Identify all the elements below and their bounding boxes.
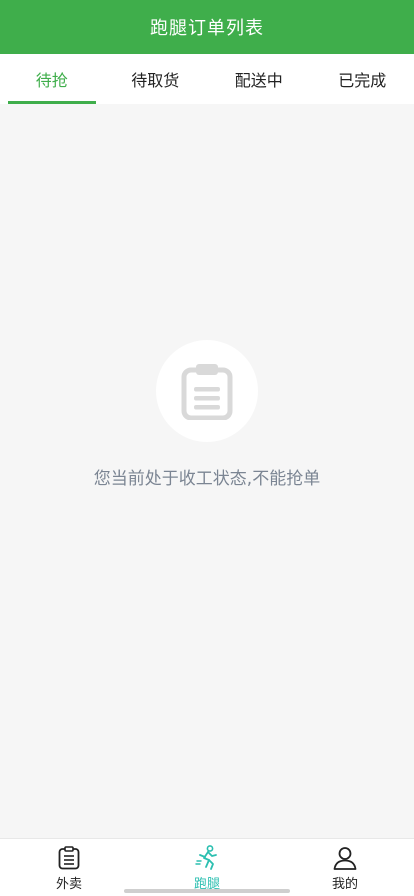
empty-state-icon-circle: [156, 340, 258, 442]
runner-icon: [194, 845, 220, 871]
tab-completed[interactable]: 已完成: [311, 54, 414, 104]
page-title: 跑腿订单列表: [150, 18, 264, 39]
tab-label: 配送中: [234, 71, 283, 90]
active-tab-indicator: [8, 101, 96, 104]
nav-label: 我的: [331, 877, 358, 892]
tab-pending-pickup[interactable]: 待取货: [104, 54, 208, 104]
empty-state-message: 您当前处于收工状态,不能抢单: [93, 469, 321, 489]
header-bar: 跑腿订单列表: [0, 0, 414, 54]
nav-item-takeout[interactable]: 外卖: [0, 839, 138, 896]
takeout-list-icon: [56, 845, 82, 871]
user-icon: [332, 845, 358, 871]
clipboard-icon: [181, 364, 233, 420]
tab-pending-grab[interactable]: 待抢: [0, 54, 104, 104]
bottom-nav: 外卖 跑腿 我的: [0, 838, 414, 896]
tab-label: 待抢: [35, 71, 68, 90]
nav-item-mine[interactable]: 我的: [276, 839, 414, 896]
nav-label: 外卖: [55, 877, 82, 892]
app-root: 跑腿订单列表 待抢 待取货 配送中 已完成 您当前处于收工状态,不能抢单 外卖 …: [0, 0, 414, 896]
nav-item-errand[interactable]: 跑腿: [138, 839, 276, 896]
home-indicator: [124, 889, 290, 893]
tab-label: 已完成: [338, 71, 387, 90]
tab-label: 待取货: [131, 71, 180, 90]
empty-state: 您当前处于收工状态,不能抢单: [0, 340, 414, 489]
tab-delivering[interactable]: 配送中: [207, 54, 311, 104]
order-status-tabs: 待抢 待取货 配送中 已完成: [0, 54, 414, 104]
